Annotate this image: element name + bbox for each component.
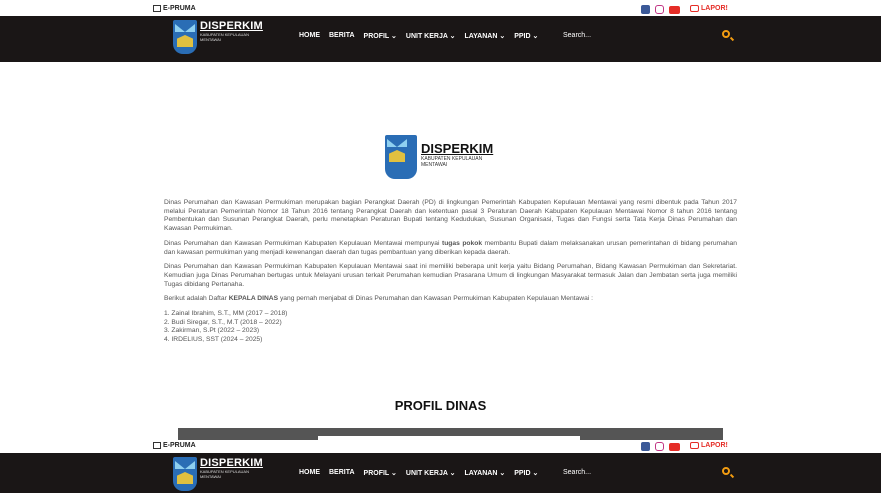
youtube-icon[interactable] xyxy=(669,442,680,451)
brand-name: DISPERKIM xyxy=(200,20,263,32)
eprima-icon xyxy=(153,5,161,12)
kepala-dinas-list: 1. Zainal Ibrahim, S.T., MM (2017 – 2018… xyxy=(164,310,737,345)
youtube-icon[interactable] xyxy=(669,5,680,14)
nav-home[interactable]: HOME xyxy=(299,469,320,477)
facebook-icon[interactable] xyxy=(641,442,650,451)
profile-media-box xyxy=(178,428,723,440)
paragraph-3: Dinas Perumahan dan Kawasan Permukiman K… xyxy=(164,263,737,288)
center-brand-subtitle: KABUPATEN KEPULAUAN MENTAWAI xyxy=(421,156,483,168)
section-heading: PROFIL DINAS xyxy=(394,398,487,413)
chat-bubble-icon xyxy=(690,442,699,449)
nav-home[interactable]: HOME xyxy=(299,32,320,40)
nav-unit-kerja[interactable]: UNIT KERJA ⌄ xyxy=(406,32,456,40)
search-input[interactable]: Search... xyxy=(563,32,591,39)
nav-profil[interactable]: PROFIL ⌄ xyxy=(364,469,397,477)
social-links xyxy=(641,5,680,14)
brand-subtitle: KABUPATEN KEPULAUAN MENTAWAI xyxy=(200,469,249,479)
chat-bubble-icon xyxy=(690,5,699,12)
nav-ppid[interactable]: PPID ⌄ xyxy=(514,32,538,40)
list-item: 2. Budi Siregar, S.T., M.T (2018 – 2022) xyxy=(164,318,282,326)
center-brand-name: DISPERKIM xyxy=(421,141,494,156)
nav-layanan[interactable]: LAYANAN ⌄ xyxy=(464,469,505,477)
nav-menu: HOME BERITA PROFIL ⌄ UNIT KERJA ⌄ LAYANA… xyxy=(299,32,538,40)
center-logo: DISPERKIM KABUPATEN KEPULAUAN MENTAWAI xyxy=(385,135,493,179)
search-icon[interactable] xyxy=(722,30,730,38)
eprima-link[interactable]: E-PRUMA xyxy=(153,442,196,449)
brand-subtitle: KABUPATEN KEPULAUAN MENTAWAI xyxy=(200,32,249,42)
mentawai-emblem-icon xyxy=(385,135,417,179)
facebook-icon[interactable] xyxy=(641,5,650,14)
list-item: 1. Zainal Ibrahim, S.T., MM (2017 – 2018… xyxy=(164,310,288,318)
nav-berita[interactable]: BERITA xyxy=(329,469,355,477)
nav-unit-kerja[interactable]: UNIT KERJA ⌄ xyxy=(406,469,456,477)
main-navbar: DISPERKIM KABUPATEN KEPULAUAN MENTAWAI HO… xyxy=(0,16,881,62)
instagram-icon[interactable] xyxy=(655,442,664,451)
paragraph-4: Berikut adalah Daftar KEPALA DINAS yang … xyxy=(164,295,593,303)
mentawai-emblem-icon xyxy=(173,457,197,491)
social-links xyxy=(641,442,680,451)
site-logo[interactable]: DISPERKIM KABUPATEN KEPULAUAN MENTAWAI xyxy=(173,457,263,491)
lapor-link[interactable]: LAPOR! xyxy=(690,442,728,449)
paragraph-2: Dinas Perumahan dan Kawasan Permukiman K… xyxy=(164,239,737,256)
lapor-link[interactable]: LAPOR! xyxy=(690,5,728,12)
mentawai-emblem-icon xyxy=(173,20,197,54)
main-navbar-sticky: DISPERKIM KABUPATEN KEPULAUAN MENTAWAI HO… xyxy=(0,453,881,493)
site-logo[interactable]: DISPERKIM KABUPATEN KEPULAUAN MENTAWAI xyxy=(173,20,263,54)
eprima-link[interactable]: E-PRUMA xyxy=(153,5,196,12)
search-input[interactable]: Search... xyxy=(563,469,591,476)
nav-menu: HOME BERITA PROFIL ⌄ UNIT KERJA ⌄ LAYANA… xyxy=(299,469,538,477)
top-utility-bar: E-PRUMA LAPOR! xyxy=(0,4,881,16)
top-utility-bar-sticky: E-PRUMA LAPOR! xyxy=(0,441,881,453)
nav-ppid[interactable]: PPID ⌄ xyxy=(514,469,538,477)
profile-content: Dinas Perumahan dan Kawasan Permukiman m… xyxy=(164,199,737,345)
brand-name: DISPERKIM xyxy=(200,457,263,469)
list-item: 3. Zakirman, S.Pt (2022 – 2023) xyxy=(164,327,260,335)
eprima-icon xyxy=(153,442,161,449)
instagram-icon[interactable] xyxy=(655,5,664,14)
nav-profil[interactable]: PROFIL ⌄ xyxy=(364,32,397,40)
search-icon[interactable] xyxy=(722,467,730,475)
list-item: 4. IRDELIUS, SST (2024 – 2025) xyxy=(164,336,263,344)
nav-berita[interactable]: BERITA xyxy=(329,32,355,40)
nav-layanan[interactable]: LAYANAN ⌄ xyxy=(464,32,505,40)
paragraph-1: Dinas Perumahan dan Kawasan Permukiman m… xyxy=(164,199,737,233)
